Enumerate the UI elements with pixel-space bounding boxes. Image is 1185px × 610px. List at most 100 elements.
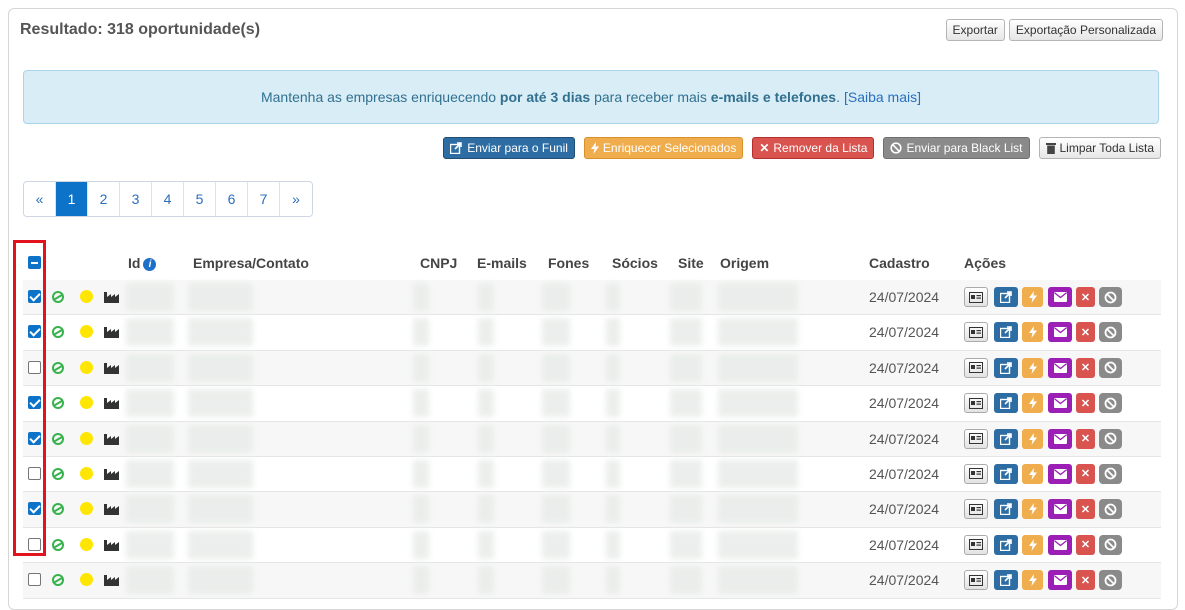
remove-from-list-button[interactable]: ✕ Remover da Lista — [752, 137, 875, 159]
blacklist-row-button[interactable] — [1099, 534, 1122, 555]
email-row-button[interactable] — [1048, 499, 1072, 520]
remove-row-button[interactable]: ✕ — [1076, 463, 1095, 484]
contact-card-button[interactable] — [964, 534, 988, 555]
enrich-row-button[interactable] — [1022, 534, 1043, 555]
page-3[interactable]: 3 — [120, 182, 152, 216]
enrich-row-button[interactable] — [1022, 322, 1043, 343]
send-to-funnel-row-button[interactable] — [994, 499, 1018, 520]
col-created[interactable]: Cadastro — [869, 255, 930, 271]
contact-card-button[interactable] — [964, 463, 988, 484]
share-icon — [999, 291, 1012, 303]
contact-card-button[interactable] — [964, 428, 988, 449]
remove-row-button[interactable]: ✕ — [1076, 357, 1095, 378]
send-to-funnel-row-button[interactable] — [994, 287, 1018, 307]
email-row-button[interactable] — [1048, 357, 1072, 378]
info-icon[interactable]: i — [143, 258, 157, 271]
row-checkbox[interactable] — [28, 573, 41, 587]
send-to-funnel-row-button[interactable] — [994, 534, 1018, 555]
custom-export-button[interactable]: Exportação Personalizada — [1008, 19, 1163, 41]
envelope-icon — [1053, 327, 1067, 338]
email-row-button[interactable] — [1048, 463, 1072, 484]
contact-card-button[interactable] — [964, 287, 988, 307]
redacted-cell — [670, 459, 702, 488]
col-cnpj[interactable]: CNPJ — [420, 255, 457, 271]
contact-card-button[interactable] — [964, 499, 988, 520]
col-id[interactable]: Id i — [128, 255, 157, 271]
blacklist-row-button[interactable] — [1099, 463, 1122, 484]
enrich-row-button[interactable] — [1022, 393, 1043, 414]
email-row-button[interactable] — [1048, 393, 1072, 414]
remove-row-button[interactable]: ✕ — [1076, 570, 1095, 591]
send-to-funnel-button[interactable]: Enviar para o Funil — [443, 137, 575, 159]
clear-list-button[interactable]: Limpar Toda Lista — [1038, 137, 1161, 159]
email-row-button[interactable] — [1048, 428, 1072, 449]
redacted-cell — [478, 566, 494, 595]
ban-icon — [1104, 291, 1117, 303]
ban-icon — [1104, 397, 1117, 410]
learn-more-link[interactable]: [Saiba mais] — [844, 89, 921, 105]
send-to-funnel-row-button[interactable] — [994, 393, 1018, 414]
contact-card-button[interactable] — [964, 357, 988, 378]
send-to-blacklist-button[interactable]: Enviar para Black List — [883, 137, 1030, 159]
send-to-funnel-row-button[interactable] — [994, 428, 1018, 449]
redacted-cell — [670, 424, 702, 453]
enrich-row-button[interactable] — [1022, 357, 1043, 378]
email-row-button[interactable] — [1048, 534, 1072, 555]
col-partners[interactable]: Sócios — [612, 255, 658, 271]
send-to-funnel-row-button[interactable] — [994, 570, 1018, 591]
enrich-selected-button[interactable]: Enriquecer Selecionados — [583, 137, 744, 159]
blacklist-row-button[interactable] — [1099, 393, 1122, 414]
page-5[interactable]: 5 — [184, 182, 216, 216]
redacted-cell — [542, 389, 570, 418]
contact-card-button[interactable] — [964, 570, 988, 591]
page-next[interactable]: » — [280, 182, 312, 216]
yellow-dot-icon — [80, 573, 93, 587]
page-4[interactable]: 4 — [152, 182, 184, 216]
redacted-cell — [413, 318, 429, 347]
page-6[interactable]: 6 — [216, 182, 248, 216]
blacklist-row-button[interactable] — [1099, 570, 1122, 591]
send-to-funnel-row-button[interactable] — [994, 463, 1018, 484]
enrich-row-button[interactable] — [1022, 287, 1043, 307]
enrich-row-button[interactable] — [1022, 428, 1043, 449]
blacklist-row-button[interactable] — [1099, 499, 1122, 520]
email-row-button[interactable] — [1048, 322, 1072, 343]
enrich-row-button[interactable] — [1022, 463, 1043, 484]
col-site[interactable]: Site — [678, 255, 704, 271]
blacklist-row-button[interactable] — [1099, 287, 1122, 307]
blacklist-row-button[interactable] — [1099, 322, 1122, 343]
col-emails[interactable]: E-mails — [477, 255, 527, 271]
page-2[interactable]: 2 — [88, 182, 120, 216]
blacklist-row-button[interactable] — [1099, 357, 1122, 378]
page-7[interactable]: 7 — [248, 182, 280, 216]
remove-row-button[interactable]: ✕ — [1076, 287, 1095, 307]
email-row-button[interactable] — [1048, 287, 1072, 307]
contact-card-button[interactable] — [964, 393, 988, 414]
enrich-row-button[interactable] — [1022, 570, 1043, 591]
remove-row-button[interactable]: ✕ — [1076, 428, 1095, 449]
remove-row-button[interactable]: ✕ — [1076, 393, 1095, 414]
redacted-cell — [606, 389, 620, 418]
redacted-cell — [478, 389, 494, 418]
redacted-cell — [718, 424, 798, 453]
blacklist-row-button[interactable] — [1099, 428, 1122, 449]
remove-row-button[interactable]: ✕ — [1076, 322, 1095, 343]
remove-row-button[interactable]: ✕ — [1076, 534, 1095, 555]
ban-icon — [1104, 432, 1117, 445]
col-origin[interactable]: Origem — [720, 255, 769, 271]
redacted-cell — [413, 389, 429, 418]
table-row: 24/07/2024 ✕ — [23, 350, 1161, 387]
col-phones[interactable]: Fones — [548, 255, 589, 271]
remove-row-button[interactable]: ✕ — [1076, 499, 1095, 520]
page-1[interactable]: 1 — [56, 182, 88, 216]
col-company[interactable]: Empresa/Contato — [193, 255, 309, 271]
redacted-cell — [606, 283, 620, 311]
send-to-funnel-row-button[interactable] — [994, 357, 1018, 378]
page-prev[interactable]: « — [24, 182, 56, 216]
enrich-row-button[interactable] — [1022, 499, 1043, 520]
email-row-button[interactable] — [1048, 570, 1072, 591]
green-status-icon — [52, 467, 64, 480]
export-button[interactable]: Exportar — [945, 19, 1005, 41]
send-to-funnel-row-button[interactable] — [994, 322, 1018, 343]
contact-card-button[interactable] — [964, 322, 988, 343]
